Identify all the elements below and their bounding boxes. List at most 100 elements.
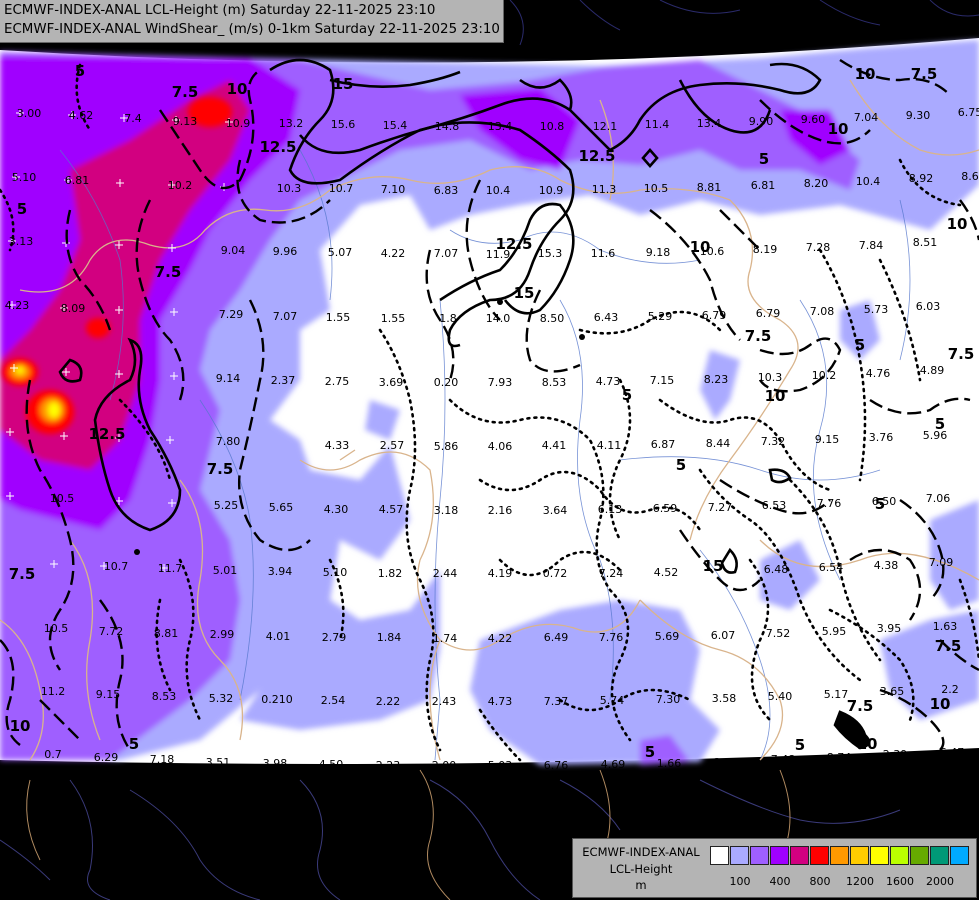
station-value: 5.74 bbox=[600, 694, 625, 707]
station-value: 4.41 bbox=[542, 439, 567, 452]
station-value: 6.79 bbox=[702, 309, 727, 322]
contour-label: 7.5 bbox=[9, 565, 36, 583]
station-value: 7.84 bbox=[859, 239, 884, 252]
station-value: 7.07 bbox=[434, 247, 459, 260]
station-value: 5.69 bbox=[655, 630, 680, 643]
station-value: 4.19 bbox=[488, 567, 513, 580]
station-value: 11.3 bbox=[592, 183, 617, 196]
contour-label: 10 bbox=[855, 65, 876, 83]
station-value: 10.3 bbox=[758, 371, 783, 384]
station-value: 7.09 bbox=[929, 556, 954, 569]
station-value: 6.81 bbox=[751, 179, 776, 192]
station-value: 9.18 bbox=[646, 246, 671, 259]
station-value: 3.00 bbox=[17, 107, 42, 120]
contour-label: 5 bbox=[75, 62, 85, 80]
contour-label: 7.5 bbox=[155, 263, 182, 281]
station-value: 5.10 bbox=[12, 171, 37, 184]
contour-label: 5 bbox=[759, 150, 769, 168]
station-value: 7.52 bbox=[766, 627, 791, 640]
station-value: 5.95 bbox=[822, 625, 847, 638]
station-value: 10.5 bbox=[44, 622, 69, 635]
station-value: 7.29 bbox=[219, 308, 244, 321]
station-value: 10.9 bbox=[539, 184, 564, 197]
legend-swatches bbox=[710, 846, 970, 865]
station-value: 9.04 bbox=[221, 244, 246, 257]
station-value: 2.23 bbox=[376, 759, 401, 772]
station-value: 2.57 bbox=[380, 439, 405, 452]
legend-swatch bbox=[770, 846, 789, 865]
contour-label: 5 bbox=[875, 495, 885, 513]
station-value: 7.93 bbox=[488, 376, 513, 389]
contour-label: 15 bbox=[514, 284, 535, 302]
contour-label: 7.5 bbox=[948, 345, 975, 363]
station-value: 5.17 bbox=[824, 688, 849, 701]
station-value: 4.23 bbox=[5, 299, 30, 312]
station-value: 10.7 bbox=[329, 182, 354, 195]
station-value: 1.55 bbox=[326, 311, 351, 324]
station-value: 4.52 bbox=[654, 566, 679, 579]
station-value: 5.29 bbox=[648, 310, 673, 323]
station-value: 6.47 bbox=[940, 746, 965, 759]
station-value: 0.20 bbox=[434, 376, 459, 389]
contour-label: 7.5 bbox=[935, 637, 962, 655]
contour-label: 5 bbox=[855, 336, 865, 354]
station-value: 4.30 bbox=[324, 503, 349, 516]
station-value: 7.48 bbox=[771, 753, 796, 766]
station-value: 4.73 bbox=[596, 375, 621, 388]
station-value: 6.48 bbox=[764, 563, 789, 576]
station-value: 6.29 bbox=[94, 751, 119, 764]
station-value: 7.76 bbox=[817, 497, 842, 510]
legend-swatch bbox=[910, 846, 929, 865]
station-value: 6.75 bbox=[958, 106, 979, 119]
station-value: 0.210 bbox=[261, 693, 293, 706]
contour-label: 15 bbox=[703, 557, 724, 575]
station-value: 8.81 bbox=[154, 627, 179, 640]
station-value: 5.40 bbox=[768, 690, 793, 703]
station-value: 5.65 bbox=[269, 501, 294, 514]
station-value: 15.4 bbox=[383, 119, 408, 132]
station-value: 7.07 bbox=[273, 310, 298, 323]
station-value: 2.44 bbox=[433, 567, 458, 580]
station-value: 3.13 bbox=[9, 235, 34, 248]
map-title-windshear: ECMWF-INDEX-ANAL WindShear_ (m/s) 0-1km … bbox=[4, 22, 500, 37]
station-value: 7.32 bbox=[761, 435, 786, 448]
station-value: 7.18 bbox=[150, 753, 175, 766]
station-value: 3.94 bbox=[268, 565, 293, 578]
station-value: 3.98 bbox=[263, 757, 288, 770]
station-value: 6.43 bbox=[594, 311, 619, 324]
station-value: 2.43 bbox=[432, 695, 457, 708]
legend-tick-label: 800 bbox=[809, 875, 831, 888]
station-value: 9.90 bbox=[749, 115, 774, 128]
legend-swatch bbox=[730, 846, 749, 865]
station-value: 7.04 bbox=[854, 111, 879, 124]
legend-swatch bbox=[950, 846, 969, 865]
station-value: 7.08 bbox=[810, 305, 835, 318]
legend-tick-label: 100 bbox=[729, 875, 751, 888]
contour-label: 10 bbox=[10, 717, 31, 735]
contour-label: 10 bbox=[857, 735, 878, 753]
contour-label: 7.5 bbox=[847, 697, 874, 715]
station-value: 3.18 bbox=[434, 504, 459, 517]
station-value: 2.42 bbox=[714, 756, 739, 769]
legend-tick-label: 1200 bbox=[846, 875, 874, 888]
contour-label: 5 bbox=[795, 736, 805, 754]
legend-swatch bbox=[710, 846, 729, 865]
station-value: 6.49 bbox=[544, 631, 569, 644]
contour-label: 10 bbox=[828, 120, 849, 138]
station-value: 10.7 bbox=[104, 560, 129, 573]
station-value: 1.66 bbox=[657, 757, 682, 770]
contour-label: 5 bbox=[676, 456, 686, 474]
station-value: 9.15 bbox=[96, 688, 121, 701]
station-value: 1.84 bbox=[377, 631, 402, 644]
station-value: 9.96 bbox=[273, 245, 298, 258]
legend-tick-label: 400 bbox=[769, 875, 791, 888]
station-value: 10.3 bbox=[277, 182, 302, 195]
station-value: 1.8 bbox=[439, 312, 457, 325]
legend-swatch bbox=[930, 846, 949, 865]
legend-tick-label: 2000 bbox=[926, 875, 954, 888]
station-value: 2.54 bbox=[321, 694, 346, 707]
station-value: 7.24 bbox=[599, 567, 624, 580]
station-value: 4.57 bbox=[379, 503, 404, 516]
station-value: 1.82 bbox=[378, 567, 403, 580]
station-value: 8.23 bbox=[704, 373, 729, 386]
